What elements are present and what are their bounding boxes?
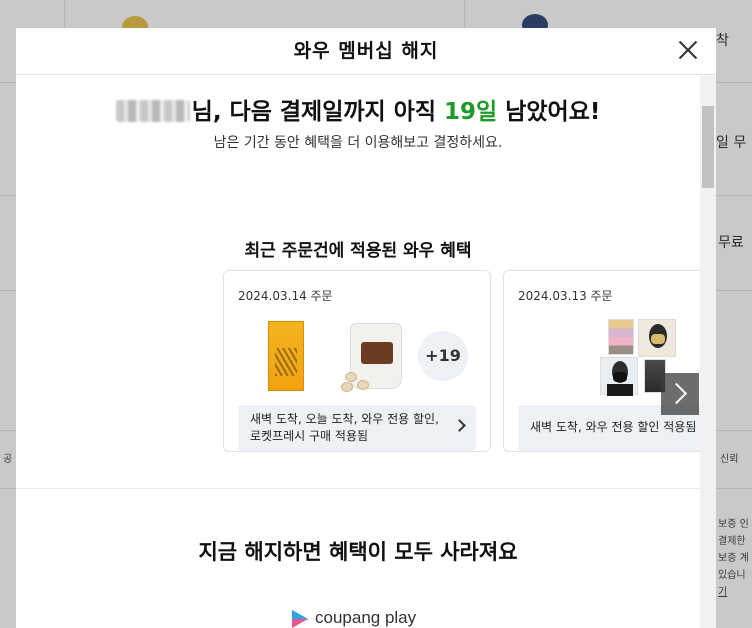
mask-shape bbox=[651, 334, 665, 344]
coupang-play-text: coupang play bbox=[315, 608, 417, 627]
bg-text: 결제한 bbox=[718, 536, 746, 547]
next-arrow-button[interactable] bbox=[661, 373, 699, 415]
modal-content: 님, 다음 결제일까지 아직 19일 남았어요! 남은 기간 동안 혜택을 더 … bbox=[16, 76, 700, 628]
order-card[interactable]: 2024.03.13 주문 새벽 도착, 와우 전용 할인 적용됨 bbox=[503, 270, 700, 452]
bg-text: 보증 인 bbox=[718, 519, 749, 530]
remaining-days-headline: 님, 다음 결제일까지 아직 19일 남았어요! bbox=[16, 92, 700, 126]
product-image-tea bbox=[268, 321, 304, 391]
lose-benefits-title: 지금 해지하면 혜택이 모두 사라져요 bbox=[198, 540, 518, 564]
scrollbar-thumb[interactable] bbox=[702, 106, 714, 188]
product-image-corn-bag bbox=[341, 323, 402, 392]
blurred-username bbox=[115, 100, 190, 122]
more-items-count: +19 bbox=[418, 331, 468, 381]
recent-benefits-title: 최근 주문건에 적용된 와우 혜택 bbox=[244, 241, 472, 261]
product-image-model bbox=[638, 319, 676, 357]
model-body bbox=[607, 384, 633, 396]
bg-text: 착 bbox=[716, 33, 729, 49]
order-date: 2024.03.14 주문 bbox=[238, 289, 333, 303]
remaining-days: 19일 bbox=[444, 99, 498, 125]
scrollbar[interactable] bbox=[700, 76, 716, 628]
order-card[interactable]: 2024.03.14 주문 +19 새벽 도착, 오늘 도착, 와우 전용 할인… bbox=[223, 270, 491, 452]
grain bbox=[345, 372, 357, 382]
order-date: 2024.03.13 주문 bbox=[518, 289, 613, 303]
modal-header: 와우 멤버십 해지 bbox=[16, 28, 716, 75]
product-image-model bbox=[600, 357, 638, 396]
bg-text: 있습니 bbox=[718, 570, 746, 581]
headline-prefix: 님, 다음 결제일까지 아직 bbox=[191, 99, 445, 125]
headline-subtext: 남은 기간 동안 혜택을 더 이용해보고 결정하세요. bbox=[213, 135, 503, 151]
bg-text: 보증 계 bbox=[718, 553, 749, 564]
order-benefits-text: 새벽 도착, 와우 전용 할인 적용됨 bbox=[530, 420, 697, 434]
headline-suffix: 남았어요! bbox=[497, 99, 601, 125]
cancel-membership-modal: 와우 멤버십 해지 님, 다음 결제일까지 아직 19일 남았어요! 남은 기간… bbox=[16, 28, 716, 628]
order-benefits-text: 새벽 도착, 오늘 도착, 와우 전용 할인, 로켓프레시 구매 적용됨 bbox=[250, 412, 439, 443]
grain bbox=[341, 382, 353, 392]
bg-link: 기 bbox=[718, 587, 728, 598]
bg-text: 일 무 bbox=[716, 135, 747, 151]
bg-text: 신뢰 bbox=[720, 454, 739, 465]
order-benefits[interactable]: 새벽 도착, 오늘 도착, 와우 전용 할인, 로켓프레시 구매 적용됨 bbox=[238, 405, 476, 451]
play-icon-accent bbox=[292, 610, 308, 619]
product-image-masks bbox=[608, 319, 634, 355]
bag-label bbox=[361, 342, 393, 364]
grain bbox=[357, 380, 369, 390]
bg-text: 무료 bbox=[718, 235, 744, 251]
mask-shape bbox=[613, 372, 627, 382]
section-divider bbox=[16, 488, 700, 489]
bg-text: 공 bbox=[3, 454, 13, 465]
modal-title: 와우 멤버십 해지 bbox=[293, 40, 439, 62]
close-button[interactable] bbox=[674, 36, 702, 64]
chevron-right-icon bbox=[453, 419, 466, 432]
